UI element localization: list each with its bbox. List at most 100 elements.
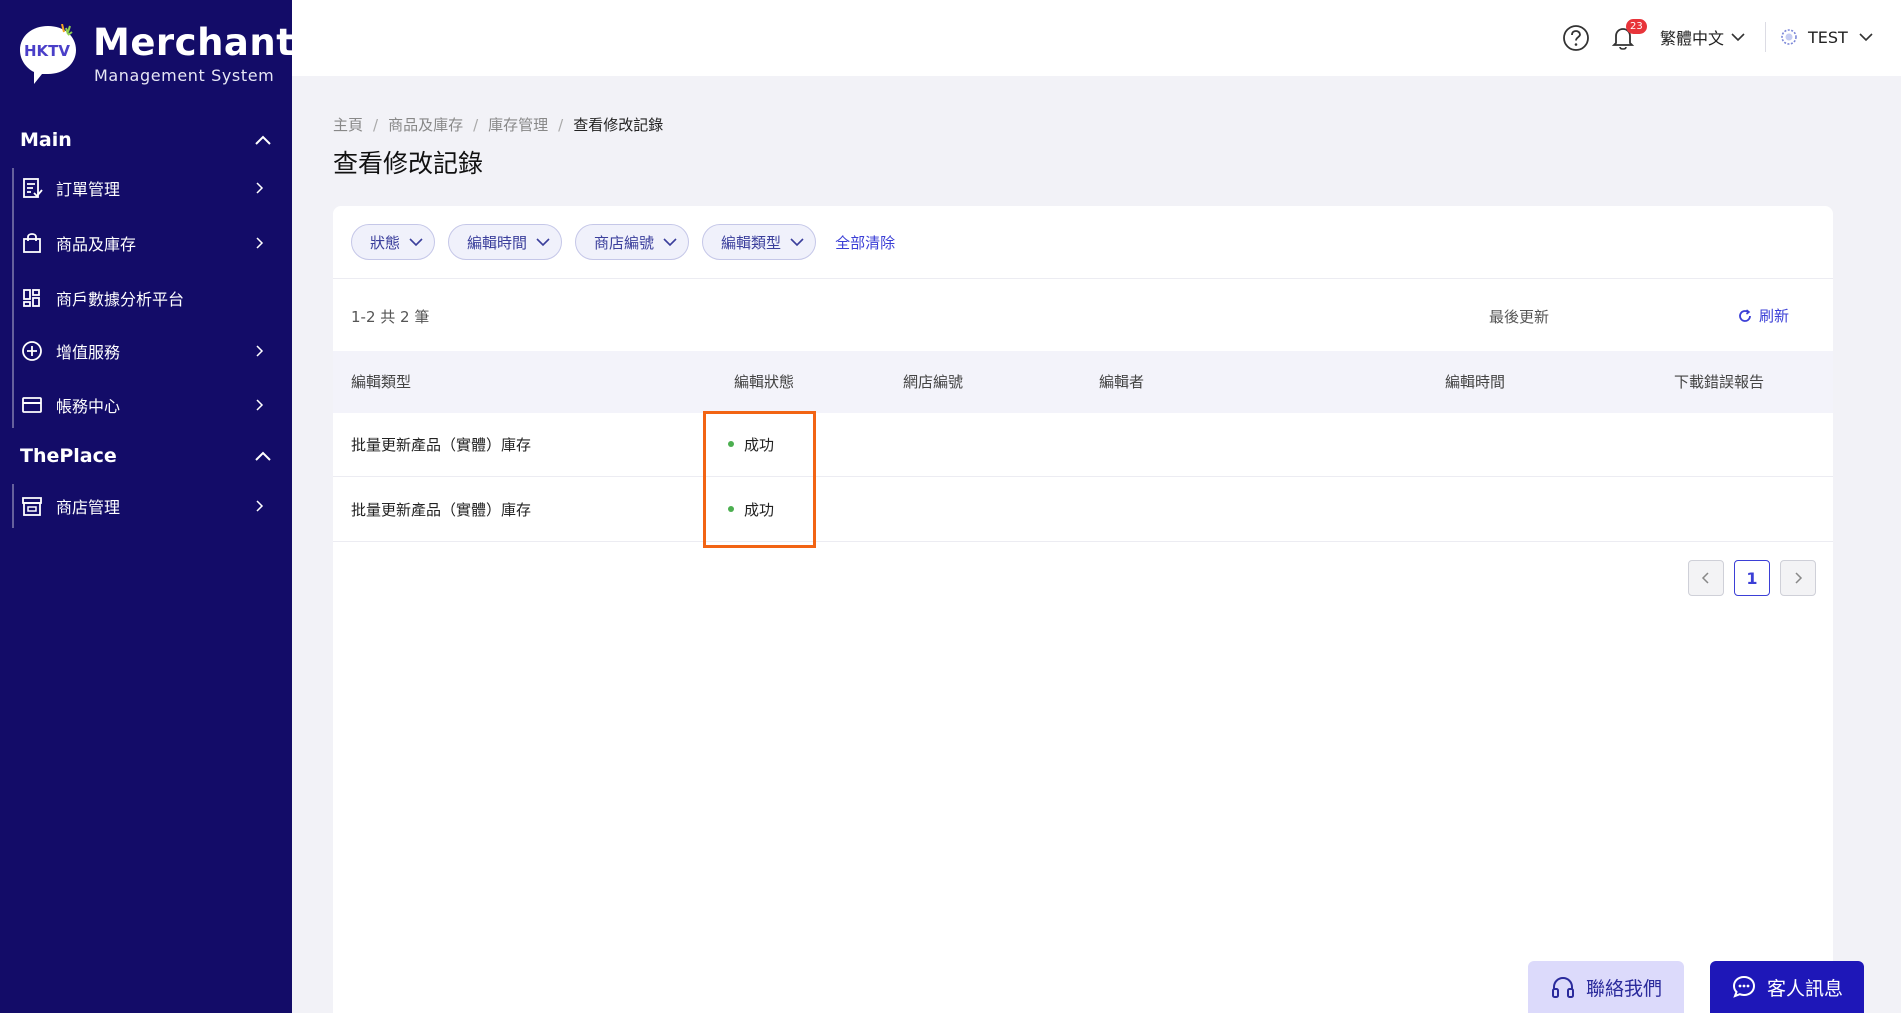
store-icon bbox=[20, 494, 44, 518]
order-icon bbox=[20, 176, 44, 200]
sidebar-item-orders[interactable]: 訂單管理 bbox=[20, 168, 272, 208]
chevron-down-icon bbox=[536, 238, 550, 247]
language-label: 繁體中文 bbox=[1660, 29, 1725, 48]
breadcrumb-separator: / bbox=[373, 115, 379, 134]
sidebar-item-products[interactable]: 商品及庫存 bbox=[20, 223, 272, 263]
filter-label: 編輯時間 bbox=[467, 233, 528, 252]
chevron-right-icon bbox=[256, 500, 264, 512]
chevron-left-icon bbox=[1701, 572, 1709, 584]
sidebar-item-label: 商戶數據分析平台 bbox=[56, 290, 185, 309]
chevron-down-icon bbox=[663, 238, 677, 247]
column-header-edit-status: 編輯狀態 bbox=[734, 373, 795, 391]
headset-icon bbox=[1551, 976, 1574, 998]
topbar-divider bbox=[1765, 22, 1766, 52]
credit-card-icon bbox=[20, 393, 44, 417]
shopping-bag-icon bbox=[20, 231, 44, 255]
sidebar-item-label: 商品及庫存 bbox=[56, 235, 137, 254]
cell-edit-type: 批量更新產品（實體）庫存 bbox=[351, 436, 532, 454]
chevron-right-icon bbox=[256, 182, 264, 194]
pagination-next-button[interactable] bbox=[1780, 560, 1816, 596]
breadcrumb-inventory[interactable]: 庫存管理 bbox=[488, 114, 548, 135]
column-header-edit-type: 編輯類型 bbox=[351, 373, 412, 391]
sidebar-item-label: 商店管理 bbox=[56, 498, 121, 517]
section-theplace-title: ThePlace bbox=[20, 445, 117, 467]
chevron-up-icon bbox=[255, 451, 271, 461]
filter-store-code[interactable]: 商店編號 bbox=[575, 224, 690, 260]
sidebar-item-label: 帳務中心 bbox=[56, 397, 121, 416]
chevron-down-icon bbox=[790, 238, 804, 247]
breadcrumb-home[interactable]: 主頁 bbox=[333, 114, 363, 135]
records-card: 狀態 編輯時間 商店編號 編輯類型 全部清除 1-2 共 2 筆 最後更新 刷新… bbox=[333, 206, 1833, 1013]
sidebar-item-analytics[interactable]: 商戶數據分析平台 bbox=[20, 278, 272, 318]
chevron-down-icon bbox=[1731, 33, 1745, 42]
chevron-right-icon bbox=[1795, 572, 1803, 584]
column-header-download-report: 下載錯誤報告 bbox=[1674, 373, 1765, 391]
brand-title: Merchant bbox=[93, 21, 295, 64]
filter-bar: 狀態 編輯時間 商店編號 編輯類型 全部清除 bbox=[351, 224, 895, 260]
filter-status[interactable]: 狀態 bbox=[351, 224, 436, 260]
contact-us-button[interactable]: 聯絡我們 bbox=[1528, 961, 1684, 1013]
breadcrumb-current: 查看修改記錄 bbox=[573, 116, 664, 134]
table-row[interactable]: 批量更新產品（實體）庫存 成功 bbox=[333, 413, 1833, 477]
last-update-label: 最後更新 bbox=[1489, 308, 1550, 326]
chevron-down-icon bbox=[1859, 33, 1873, 42]
column-header-editor: 編輯者 bbox=[1099, 373, 1145, 391]
status-text: 成功 bbox=[744, 436, 775, 454]
breadcrumb: 主頁 / 商品及庫存 / 庫存管理 / 查看修改記錄 bbox=[333, 114, 663, 135]
cell-edit-type: 批量更新產品（實體）庫存 bbox=[351, 501, 532, 519]
help-icon[interactable] bbox=[1562, 24, 1590, 52]
chevron-up-icon bbox=[255, 135, 271, 145]
page-title: 查看修改記錄 bbox=[333, 149, 484, 178]
success-dot-icon bbox=[728, 505, 734, 512]
sidebar-item-label: 增值服務 bbox=[56, 343, 121, 362]
pagination-page-button[interactable]: 1 bbox=[1734, 560, 1770, 596]
result-summary: 1-2 共 2 筆 bbox=[351, 308, 430, 326]
refresh-button[interactable]: 刷新 bbox=[1737, 305, 1789, 326]
customer-messages-button[interactable]: 客人訊息 bbox=[1710, 961, 1864, 1013]
status-text: 成功 bbox=[744, 501, 775, 519]
filter-label: 狀態 bbox=[370, 233, 401, 252]
sidebar-item-value-added[interactable]: 增值服務 bbox=[20, 331, 272, 371]
user-menu[interactable]: TEST bbox=[1780, 26, 1874, 48]
language-selector[interactable]: 繁體中文 bbox=[1660, 26, 1746, 48]
clear-all-filters-link[interactable]: 全部清除 bbox=[835, 232, 895, 253]
nav-rail bbox=[12, 168, 14, 428]
cell-edit-status: 成功 bbox=[728, 478, 774, 542]
cell-edit-status: 成功 bbox=[728, 413, 774, 477]
hktv-logo: HKTV bbox=[20, 24, 78, 84]
section-main-title: Main bbox=[20, 129, 72, 151]
refresh-icon bbox=[1739, 308, 1751, 322]
filter-edit-time[interactable]: 編輯時間 bbox=[448, 224, 563, 260]
sidebar-item-store-management[interactable]: 商店管理 bbox=[20, 486, 272, 526]
section-theplace-header[interactable]: ThePlace bbox=[20, 442, 272, 470]
filter-label: 商店編號 bbox=[594, 233, 655, 252]
topbar: 23 繁體中文 TEST bbox=[292, 0, 1901, 76]
chevron-right-icon bbox=[256, 345, 264, 357]
dashboard-icon bbox=[20, 286, 44, 310]
notification-badge: 23 bbox=[1626, 19, 1647, 34]
brand[interactable]: HKTV Merchant Management System bbox=[20, 22, 294, 88]
success-dot-icon bbox=[728, 440, 734, 447]
sidebar-item-accounts[interactable]: 帳務中心 bbox=[20, 385, 272, 425]
plus-circle-icon bbox=[20, 339, 44, 363]
brand-subtitle: Management System bbox=[94, 66, 275, 85]
filter-edit-type[interactable]: 編輯類型 bbox=[702, 224, 817, 260]
user-avatar-icon bbox=[1780, 28, 1798, 46]
chevron-right-icon bbox=[256, 237, 264, 249]
user-name: TEST bbox=[1808, 27, 1848, 47]
customer-messages-label: 客人訊息 bbox=[1766, 977, 1843, 1000]
breadcrumb-separator: / bbox=[473, 115, 479, 134]
nav-rail bbox=[12, 484, 14, 528]
refresh-label: 刷新 bbox=[1759, 307, 1790, 325]
table-row[interactable]: 批量更新產品（實體）庫存 成功 bbox=[333, 478, 1833, 542]
column-header-store-code: 網店編號 bbox=[903, 373, 964, 391]
breadcrumb-products[interactable]: 商品及庫存 bbox=[388, 114, 463, 135]
contact-us-label: 聯絡我們 bbox=[1585, 977, 1662, 1000]
chevron-right-icon bbox=[256, 399, 264, 411]
section-main-header[interactable]: Main bbox=[20, 126, 272, 154]
filter-label: 編輯類型 bbox=[721, 233, 782, 252]
column-header-edit-time: 編輯時間 bbox=[1445, 373, 1506, 391]
divider bbox=[333, 278, 1833, 279]
pagination-prev-button[interactable] bbox=[1688, 560, 1724, 596]
table-header: 編輯類型 編輯狀態 網店編號 編輯者 編輯時間 下載錯誤報告 bbox=[333, 351, 1833, 413]
